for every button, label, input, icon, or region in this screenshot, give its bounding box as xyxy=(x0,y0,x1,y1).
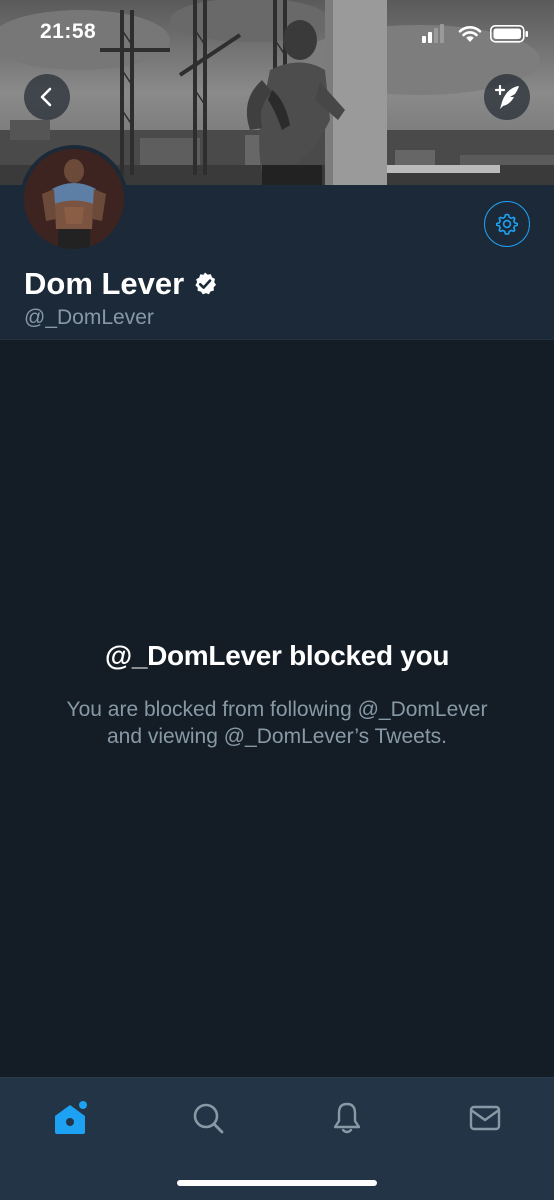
display-name: Dom Lever xyxy=(24,266,185,301)
verified-badge-icon xyxy=(195,272,217,295)
wifi-icon xyxy=(458,26,482,42)
status-time: 21:58 xyxy=(40,20,97,43)
blocked-title: @_DomLever blocked you xyxy=(104,640,450,671)
compose-tweet-icon xyxy=(494,84,519,109)
cellular-signal-icon xyxy=(422,24,444,43)
home-indicator[interactable] xyxy=(177,1180,377,1186)
avatar[interactable] xyxy=(20,145,128,253)
blocked-message: @_DomLever blocked you You are blocked f… xyxy=(0,630,554,750)
status-bar: 21:58 xyxy=(0,0,554,60)
battery-icon xyxy=(490,25,528,43)
tab-search[interactable] xyxy=(186,1096,230,1140)
profile-handle: @_DomLever xyxy=(24,306,154,329)
home-icon xyxy=(55,1101,87,1134)
profile-name-row: Dom Lever xyxy=(24,266,218,302)
status-icons xyxy=(422,22,532,46)
tab-home[interactable] xyxy=(48,1096,92,1140)
compose-tweet-button[interactable] xyxy=(484,74,530,120)
tab-notifications[interactable] xyxy=(325,1096,369,1140)
profile-settings-button[interactable] xyxy=(484,201,530,247)
profile-screen: 21:58 Dom Lever @_DomLever @_DomLever bl… xyxy=(0,0,554,1200)
tab-messages[interactable] xyxy=(463,1096,507,1140)
new-content-dot xyxy=(79,1101,87,1109)
chevron-left-icon xyxy=(40,87,52,107)
gear-icon xyxy=(496,213,518,235)
search-icon xyxy=(193,1103,224,1134)
bell-icon xyxy=(333,1102,361,1134)
envelope-icon xyxy=(469,1105,501,1131)
back-button[interactable] xyxy=(24,74,70,120)
blocked-description: You are blocked from following @_DomLeve… xyxy=(66,698,488,748)
